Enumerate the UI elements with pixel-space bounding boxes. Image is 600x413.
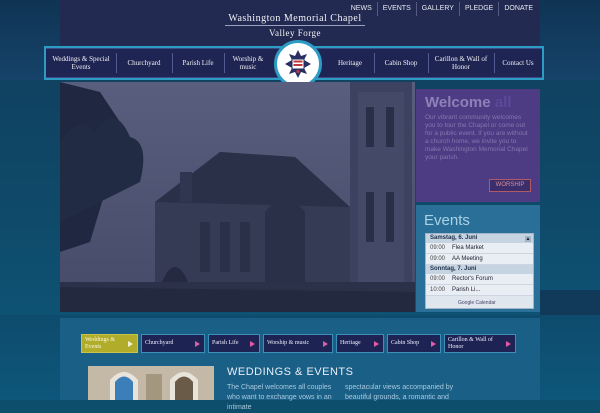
calendar-event-row[interactable]: 09:00 AA Meeting xyxy=(426,254,533,265)
util-events-link[interactable]: EVENTS xyxy=(376,2,416,16)
event-name: AA Meeting xyxy=(452,256,483,262)
tab-weddings-events[interactable]: Weddings & Events xyxy=(81,334,138,353)
hero-image xyxy=(60,82,415,312)
nav-divider xyxy=(374,53,375,73)
calendar-day-label: Sonntag, 7. Juni xyxy=(430,266,477,272)
tab-carillon[interactable]: Carillon & Wall of Honor xyxy=(444,334,516,353)
content-text-column-1: The Chapel welcomes all couples who want… xyxy=(227,384,332,411)
nav-divider xyxy=(172,53,173,73)
calendar-day-header: Samstag, 6. Juni ▲ xyxy=(426,234,533,243)
event-time: 09:00 xyxy=(430,256,446,262)
interior-image xyxy=(88,366,214,400)
welcome-heading-main: Welcome xyxy=(425,94,491,111)
arrow-right-icon xyxy=(374,341,379,347)
content-text-column-2: spectacular views accompanied by beautif… xyxy=(345,384,454,401)
crest-icon xyxy=(285,50,311,78)
tab-label: Cabin Shop xyxy=(391,340,420,346)
tab-heritage[interactable]: Heritage xyxy=(336,334,384,353)
chapel-interior-photo xyxy=(88,366,214,400)
events-panel: Events Samstag, 6. Juni ▲ 09:00 Flea Mar… xyxy=(416,205,540,312)
events-heading: Events xyxy=(424,212,470,229)
nav-worship-music[interactable]: Worship & music xyxy=(226,49,270,77)
event-name: Flea Market xyxy=(452,245,484,251)
arrow-right-icon xyxy=(431,341,436,347)
calendar-day-header: Sonntag, 7. Juni xyxy=(426,265,533,274)
nav-cabin-shop[interactable]: Cabin Shop xyxy=(376,49,426,77)
welcome-heading-accent: all xyxy=(494,94,512,111)
welcome-panel: Welcome all Our vibrant community welcom… xyxy=(416,89,540,202)
nav-weddings[interactable]: Weddings & Special Events xyxy=(48,49,114,77)
tab-parish-life[interactable]: Parish Life xyxy=(208,334,260,353)
util-pledge-link[interactable]: PLEDGE xyxy=(458,2,498,16)
nav-carillon[interactable]: Carillon & Wall of Honor xyxy=(430,49,492,77)
right-ribbon xyxy=(540,290,600,318)
site-title[interactable]: Washington Memorial Chapel xyxy=(210,13,380,24)
chapel-logo[interactable] xyxy=(274,40,322,88)
section-tabs: Weddings & Events Churchyard Parish Life… xyxy=(81,334,516,353)
calendar-event-row[interactable]: 09:00 Rector's Forum xyxy=(426,274,533,285)
tab-cabin-shop[interactable]: Cabin Shop xyxy=(387,334,441,353)
event-time: 09:00 xyxy=(430,245,446,251)
event-time: 10:00 xyxy=(430,287,446,293)
tab-label: Heritage xyxy=(340,340,361,346)
chapel-photo xyxy=(60,82,415,312)
scroll-up-icon[interactable]: ▲ xyxy=(525,236,531,242)
worship-button[interactable]: WORSHIP xyxy=(489,179,531,192)
nav-heritage[interactable]: Heritage xyxy=(328,49,372,77)
google-calendar-badge[interactable]: Google Calendar xyxy=(426,299,533,308)
welcome-heading: Welcome all xyxy=(425,94,511,111)
tab-label: Churchyard xyxy=(145,340,174,346)
event-name: Parish Li... xyxy=(452,287,481,293)
arrow-right-icon xyxy=(250,341,255,347)
tab-label: Parish Life xyxy=(212,340,239,346)
util-donate-link[interactable]: DONATE xyxy=(498,2,538,16)
nav-divider xyxy=(428,53,429,73)
arrow-right-icon xyxy=(128,341,133,347)
calendar-event-row[interactable]: 10:00 Parish Li... xyxy=(426,285,533,296)
arrow-right-icon xyxy=(195,341,200,347)
calendar-event-row[interactable]: 09:00 Flea Market xyxy=(426,243,533,254)
tab-label: Worship & music xyxy=(267,340,310,346)
nav-parish-life[interactable]: Parish Life xyxy=(174,49,222,77)
site-subtitle: Valley Forge xyxy=(268,28,322,38)
event-name: Rector's Forum xyxy=(452,276,493,282)
calendar-day-label: Samstag, 6. Juni xyxy=(430,235,478,241)
event-time: 09:00 xyxy=(430,276,446,282)
nav-contact[interactable]: Contact Us xyxy=(496,49,540,77)
content-heading: WEDDINGS & EVENTS xyxy=(227,366,354,378)
nav-divider xyxy=(224,53,225,73)
arrow-right-icon xyxy=(506,341,511,347)
arrow-right-icon xyxy=(323,341,328,347)
nav-divider xyxy=(494,53,495,73)
welcome-text: Our vibrant community welcomes you to to… xyxy=(425,114,528,161)
nav-churchyard[interactable]: Churchyard xyxy=(118,49,170,77)
nav-divider xyxy=(116,53,117,73)
event-calendar[interactable]: Samstag, 6. Juni ▲ 09:00 Flea Market 09:… xyxy=(425,233,534,309)
util-gallery-link[interactable]: GALLERY xyxy=(415,2,459,16)
tab-churchyard[interactable]: Churchyard xyxy=(141,334,205,353)
title-divider xyxy=(225,25,365,26)
tab-label: Carillon & Wall of Honor xyxy=(448,336,493,350)
tab-label: Weddings & Events xyxy=(85,336,116,350)
tab-worship-music[interactable]: Worship & music xyxy=(263,334,333,353)
